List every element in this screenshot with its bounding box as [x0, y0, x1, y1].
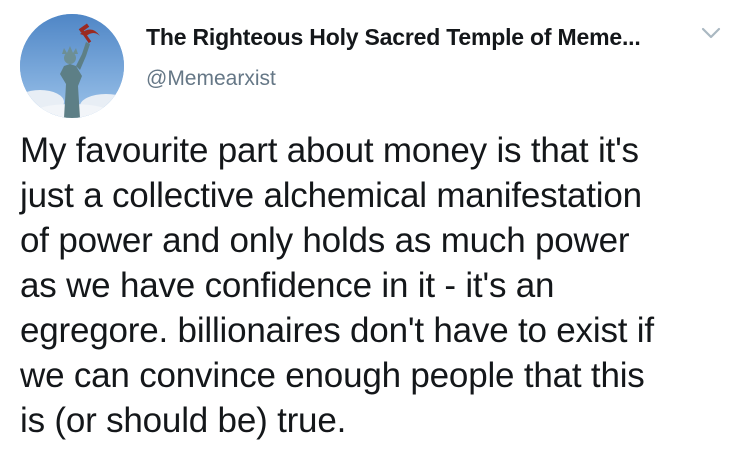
- statue-of-liberty-avatar-icon: [20, 14, 124, 118]
- author-display-name[interactable]: The Righteous Holy Sacred Temple of Meme…: [146, 24, 641, 51]
- author-handle[interactable]: @Memearxist: [146, 67, 276, 91]
- tweet-menu-button[interactable]: [700, 24, 722, 42]
- tweet-card: The Righteous Holy Sacred Temple of Meme…: [0, 0, 750, 464]
- tweet-text: My favourite part about money is that it…: [20, 131, 654, 440]
- avatar[interactable]: [20, 14, 124, 118]
- chevron-down-icon: [701, 27, 721, 39]
